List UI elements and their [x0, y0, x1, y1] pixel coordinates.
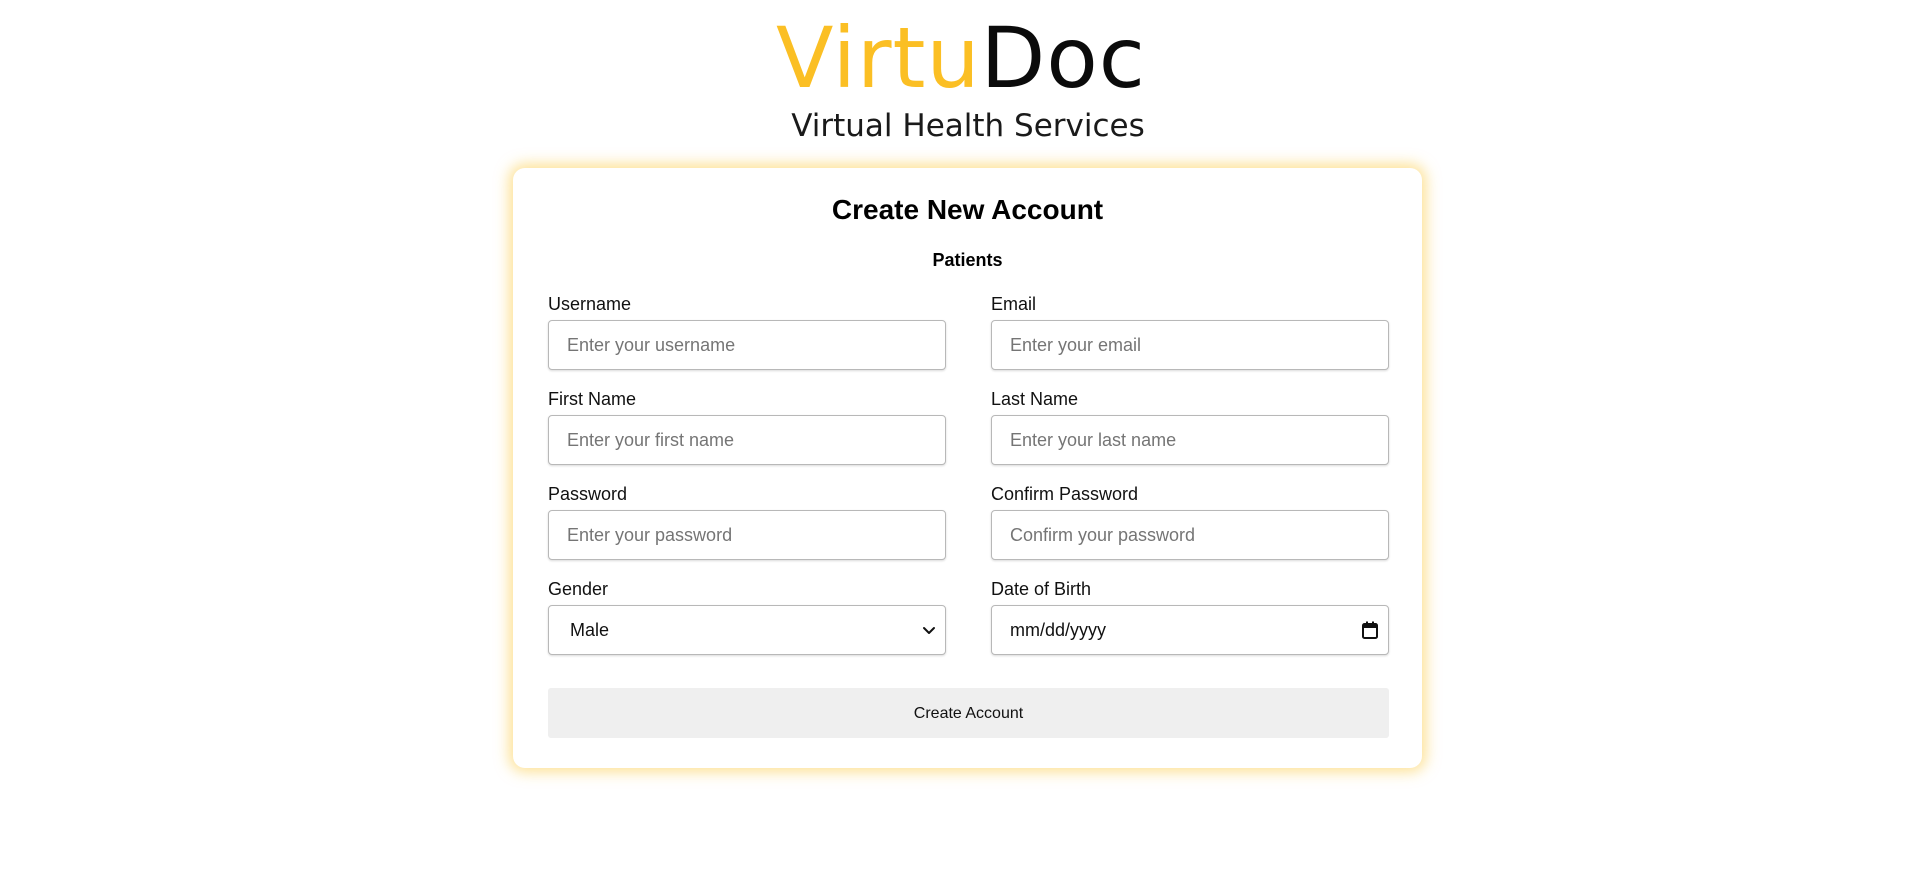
chevron-down-icon: [923, 627, 935, 634]
email-label: Email: [991, 294, 1037, 314]
email-field-group: Email: [991, 292, 1389, 370]
username-input[interactable]: [549, 321, 945, 369]
username-box: [548, 320, 946, 370]
first-name-input[interactable]: [549, 416, 945, 464]
gender-label: Gender: [548, 579, 609, 599]
form-subtitle: Patients: [932, 250, 1003, 270]
password-input[interactable]: [549, 511, 945, 559]
create-account-button[interactable]: Create Account: [548, 688, 1389, 738]
dob-input[interactable]: mm/dd/yyyy: [991, 605, 1389, 655]
confirm-password-input[interactable]: [992, 511, 1388, 559]
gender-select[interactable]: Male: [548, 605, 946, 655]
dob-label: Date of Birth: [991, 579, 1092, 599]
password-box: [548, 510, 946, 560]
last-name-box: [991, 415, 1389, 465]
gender-selected-value: Male: [570, 620, 610, 640]
first-name-box: [548, 415, 946, 465]
last-name-label: Last Name: [991, 389, 1079, 409]
dob-field-group: Date of Birth mm/dd/yyyy: [991, 577, 1389, 655]
calendar-icon[interactable]: [1362, 621, 1378, 639]
dob-value: mm/dd/yyyy: [1010, 620, 1107, 640]
signup-card: Create New Account Patients Username Ema…: [513, 168, 1422, 768]
tagline: Virtual Health Services: [791, 108, 1145, 144]
password-field-group: Password: [548, 482, 946, 560]
confirm-password-box: [991, 510, 1389, 560]
form-title: Create New Account: [831, 194, 1104, 225]
first-name-label: First Name: [548, 389, 637, 409]
virtudoc-logo: VirtuDoc: [776, 8, 1146, 108]
logo-doc: Doc: [980, 9, 1146, 107]
confirm-password-label: Confirm Password: [991, 484, 1139, 504]
username-field-group: Username: [548, 292, 946, 370]
password-label: Password: [548, 484, 628, 504]
confirm-password-field-group: Confirm Password: [991, 482, 1389, 560]
first-name-field-group: First Name: [548, 387, 946, 465]
email-input[interactable]: [992, 321, 1388, 369]
last-name-input[interactable]: [992, 416, 1388, 464]
username-label: Username: [548, 294, 632, 314]
email-box: [991, 320, 1389, 370]
gender-field-group: Gender Male: [548, 577, 946, 655]
logo-virtu: Virtu: [776, 9, 981, 107]
last-name-field-group: Last Name: [991, 387, 1389, 465]
